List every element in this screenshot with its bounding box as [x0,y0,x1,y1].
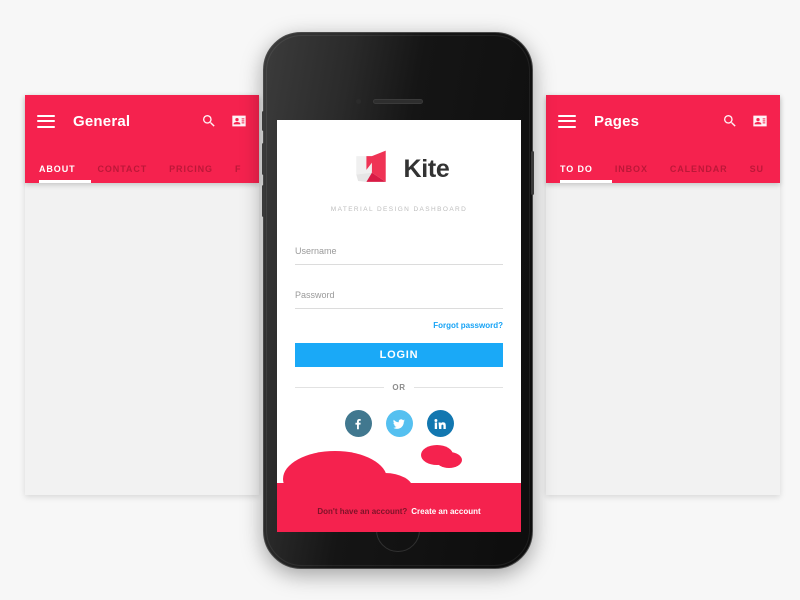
or-divider: OR [295,383,504,392]
tab-partial-left[interactable]: F [235,164,241,183]
username-input[interactable] [295,246,503,256]
phone-screen: Kite MATERIAL DESIGN DASHBOARD Forgot pa… [277,120,521,532]
mute-switch [262,111,265,131]
signup-footer: Don't have an account? Create an account [277,491,521,532]
tab-inbox[interactable]: INBOX [615,164,648,183]
username-field [295,241,503,265]
login-form: Forgot password? LOGIN OR [277,241,521,437]
signup-prompt: Don't have an account? [317,507,408,516]
divider-line-left [295,387,385,388]
right-panel-appbar: Pages [546,95,780,147]
right-panel-title: Pages [594,112,640,130]
tab-calendar[interactable]: CALENDAR [670,164,728,183]
search-icon[interactable] [201,113,217,129]
left-panel: General ABOUT CONTACT PRICING F [25,95,259,495]
left-panel-title: General [73,112,131,130]
left-panel-actions [201,113,247,129]
earpiece-speaker [373,99,423,104]
right-panel-header: Pages TO DO INBOX CALENDAR SU [546,95,780,183]
right-panel-content [546,183,780,495]
hamburger-icon[interactable] [558,114,576,128]
kite-logo-icon [348,146,394,192]
phone-mockup: Kite MATERIAL DESIGN DASHBOARD Forgot pa… [262,32,534,569]
tab-partial-right[interactable]: SU [750,164,764,183]
volume-down-button [262,185,265,217]
contacts-icon[interactable] [752,113,768,129]
left-panel-content [25,183,259,495]
login-button[interactable]: LOGIN [295,343,503,367]
tab-contact[interactable]: CONTACT [98,164,148,183]
power-button [531,151,534,195]
brand-tagline: MATERIAL DESIGN DASHBOARD [330,206,468,213]
divider-label: OR [392,383,406,392]
left-panel-appbar: General [25,95,259,147]
divider-line-right [413,387,504,388]
right-panel-actions [722,113,768,129]
decorative-cloud-artwork [277,433,521,491]
brand-name: Kite [403,154,450,183]
forgot-password-link[interactable]: Forgot password? [295,321,503,330]
password-field [295,285,503,309]
search-icon[interactable] [722,113,738,129]
left-panel-header: General ABOUT CONTACT PRICING F [25,95,259,183]
active-tab-indicator [39,180,91,183]
active-tab-indicator [560,180,612,183]
right-panel: Pages TO DO INBOX CALENDAR SU [546,95,780,495]
left-panel-tabs: ABOUT CONTACT PRICING F [25,147,259,183]
contacts-icon[interactable] [231,113,247,129]
password-input[interactable] [295,290,503,300]
right-panel-tabs: TO DO INBOX CALENDAR SU [546,147,780,183]
brand-lockup: Kite [277,146,521,192]
hamburger-icon[interactable] [37,114,55,128]
front-camera-icon [356,99,361,104]
create-account-link[interactable]: Create an account [411,507,480,516]
tab-pricing[interactable]: PRICING [169,164,213,183]
volume-up-button [262,143,265,175]
screenshot-stage: General ABOUT CONTACT PRICING F Pages TO… [0,0,800,600]
